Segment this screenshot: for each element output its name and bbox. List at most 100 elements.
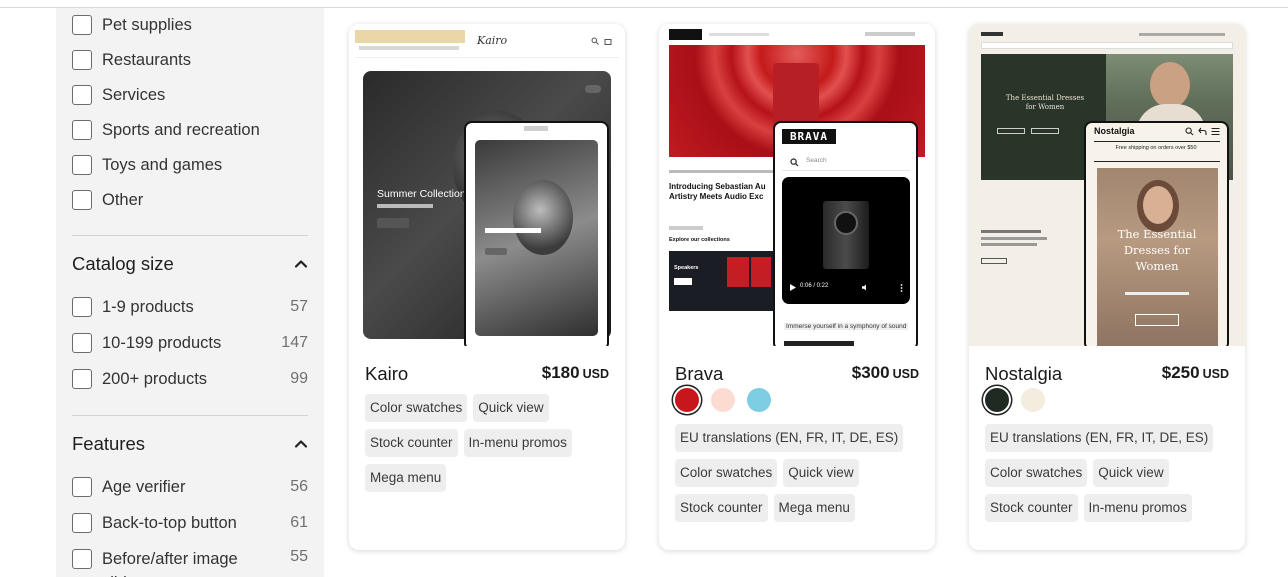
filter-count: 61 <box>290 514 308 531</box>
filter-before-after-image-slider[interactable]: Before/after image slider 55 <box>72 547 308 577</box>
swatch-light-blue[interactable] <box>747 388 771 412</box>
feature-tag: Color swatches <box>675 459 778 487</box>
text-line <box>981 243 1037 246</box>
model-portrait <box>513 180 573 255</box>
slider-arrows[interactable] <box>585 85 601 93</box>
feature-tag: Color swatches <box>985 459 1088 487</box>
checkbox[interactable] <box>72 477 92 497</box>
price-currency: USD <box>892 367 919 381</box>
theme-card-nostalgia[interactable]: The Essential Dresses for Women Nostalgi… <box>969 24 1245 550</box>
filter-restaurants[interactable]: Restaurants <box>72 48 308 72</box>
filter-label: Back-to-top button <box>102 513 237 532</box>
logo: Kairo <box>477 34 508 47</box>
checkbox[interactable] <box>72 85 92 105</box>
filter-200-plus-products[interactable]: 200+ products 99 <box>72 367 308 391</box>
features-toggle[interactable]: Features <box>72 431 308 457</box>
price-currency: USD <box>582 367 609 381</box>
theme-name[interactable]: Kairo <box>365 363 408 385</box>
feature-tag: In-menu promos <box>1083 494 1192 522</box>
checkbox[interactable] <box>72 15 92 35</box>
filter-10-199-products[interactable]: 10-199 products 147 <box>72 331 308 355</box>
desktop-heading: The Essential Dresses for Women <box>1005 94 1085 111</box>
checkbox[interactable] <box>72 120 92 140</box>
theme-preview[interactable]: The Essential Dresses for Women Nostalgi… <box>969 24 1245 346</box>
feature-tag: In-menu promos <box>463 429 572 457</box>
menu-icon <box>1211 127 1220 136</box>
section-title: Features <box>72 433 146 454</box>
mobile-announcement: Free shipping on orders over $50 <box>1115 145 1197 151</box>
filter-back-to-top-button[interactable]: Back-to-top button 61 <box>72 511 308 535</box>
volume-icon[interactable] <box>862 284 869 291</box>
theme-price: $300 USD <box>852 363 919 383</box>
product-video[interactable]: 0:06 / 0:22 <box>782 177 910 304</box>
feature-tags: EU translations (EN, FR, IT, DE, ES) Col… <box>675 424 925 522</box>
feature-tag: Mega menu <box>773 494 855 522</box>
filter-toys-and-games[interactable]: Toys and games <box>72 153 308 177</box>
color-swatches <box>675 388 771 412</box>
search-placeholder: Search <box>806 157 827 164</box>
speaker-product <box>823 201 869 269</box>
theme-card-kairo[interactable]: Kairo Summer Collection Kairo $180 USD Co… <box>349 24 625 550</box>
feature-tag: Quick view <box>473 394 549 422</box>
checkbox[interactable] <box>72 50 92 70</box>
filter-age-verifier[interactable]: Age verifier 56 <box>72 475 308 499</box>
filter-1-9-products[interactable]: 1-9 products 57 <box>72 295 308 319</box>
swatch-blush[interactable] <box>711 388 735 412</box>
mobile-hero-heading <box>485 228 541 233</box>
hero-button <box>997 128 1025 134</box>
checkbox[interactable] <box>72 155 92 175</box>
text-button <box>981 258 1007 264</box>
filter-services[interactable]: Services <box>72 83 308 107</box>
more-icon[interactable] <box>900 284 903 292</box>
filter-label: 1-9 products <box>102 297 194 316</box>
checkbox[interactable] <box>72 513 92 533</box>
mobile-heading <box>784 341 854 346</box>
theme-card-brava[interactable]: Introducing Sebastian Au Artistry Meets … <box>659 24 935 550</box>
header-divider <box>1094 141 1220 142</box>
feature-tag: EU translations (EN, FR, IT, DE, ES) <box>675 424 904 452</box>
mobile-mockup: Nostalgia Free shipping on orders over $… <box>1084 121 1229 346</box>
filter-pet-supplies[interactable]: Pet supplies <box>72 13 308 37</box>
feature-tag: Stock counter <box>985 494 1078 522</box>
feature-tag: Stock counter <box>675 494 768 522</box>
filter-count: 57 <box>290 298 308 315</box>
theme-preview[interactable]: Introducing Sebastian Au Artistry Meets … <box>659 24 935 346</box>
swatch-dark-green[interactable] <box>985 388 1009 412</box>
hero-button[interactable] <box>377 218 409 228</box>
play-icon[interactable] <box>790 284 796 291</box>
swatch-red[interactable] <box>675 388 699 412</box>
filter-sports-and-recreation[interactable]: Sports and recreation <box>72 118 308 142</box>
feature-tags: EU translations (EN, FR, IT, DE, ES) Col… <box>985 424 1235 522</box>
model-face <box>1150 62 1190 108</box>
filter-other[interactable]: Other <box>72 188 308 212</box>
mobile-mockup <box>464 121 609 346</box>
feature-tag: EU translations (EN, FR, IT, DE, ES) <box>985 424 1214 452</box>
speaker-product <box>751 257 771 287</box>
mobile-hero-image: The Essential Dresses for Women <box>1097 168 1218 346</box>
mobile-search-bar[interactable]: Search <box>782 154 910 171</box>
mobile-logo <box>524 126 548 131</box>
collection-button <box>674 278 692 285</box>
back-icon <box>1198 127 1207 135</box>
caption: Immerse yourself in a symphony of sound <box>784 323 909 330</box>
promo-line <box>359 46 459 50</box>
checkbox[interactable] <box>72 297 92 317</box>
filter-label: 200+ products <box>102 369 208 388</box>
theme-name[interactable]: Nostalgia <box>985 363 1062 385</box>
checkbox[interactable] <box>72 333 92 353</box>
mobile-hero-button <box>485 248 507 255</box>
checkbox[interactable] <box>72 190 92 210</box>
theme-preview[interactable]: Kairo Summer Collection <box>349 24 625 346</box>
search-icon <box>790 158 799 167</box>
feature-tag: Quick view <box>783 459 859 487</box>
mobile-heading: The Essential Dresses for Women <box>1117 227 1197 273</box>
checkbox[interactable] <box>72 549 92 569</box>
checkbox[interactable] <box>72 369 92 389</box>
collection-banner: Speakers <box>669 251 779 311</box>
filter-label: Restaurants <box>102 50 191 69</box>
swatch-cream[interactable] <box>1021 388 1045 412</box>
price-amount: $180 <box>541 363 580 382</box>
filter-label: Services <box>102 85 166 104</box>
catalog-size-toggle[interactable]: Catalog size <box>72 251 308 277</box>
theme-name[interactable]: Brava <box>675 363 723 385</box>
